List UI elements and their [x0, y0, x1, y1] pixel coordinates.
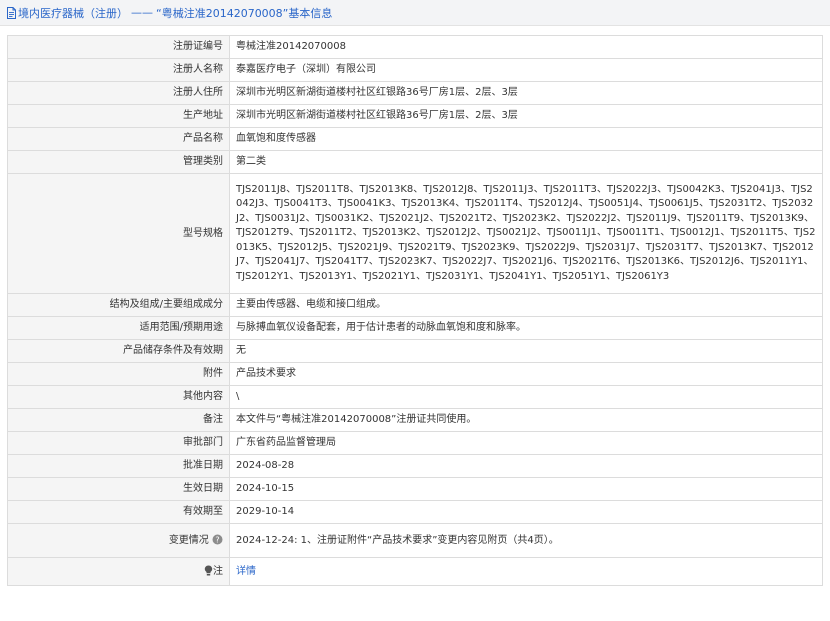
field-value-production-address: 深圳市光明区新湖街道楼村社区红银路36号厂房1层、2层、3层 — [229, 104, 823, 128]
field-label: 附件 — [7, 362, 230, 386]
field-label-changes: 变更情况 ? — [7, 523, 230, 558]
field-value-registration-number: 粤械注准20142070008 — [229, 35, 823, 59]
lightbulb-icon — [204, 565, 213, 576]
field-value-intended-use: 与脉搏血氧仪设备配套，用于估计患者的动脉血氧饱和度和脉率。 — [229, 316, 823, 340]
field-label: 产品名称 — [7, 127, 230, 151]
field-label: 生产地址 — [7, 104, 230, 128]
note-value: 详情 — [229, 557, 823, 586]
help-circle-icon[interactable]: ? — [212, 534, 223, 545]
breadcrumb-separator: —— — [131, 6, 153, 19]
table-row: 产品名称 血氧饱和度传感器 — [7, 127, 823, 151]
registration-info-table: 注册证编号 粤械注准20142070008 注册人名称 泰嘉医疗电子（深圳）有限… — [7, 35, 823, 586]
page-header: 境内医疗器械（注册） —— “粤械注准20142070008”基本信息 — [0, 0, 830, 26]
field-value-approval-department: 广东省药品监督管理局 — [229, 431, 823, 455]
table-row: 注册人住所 深圳市光明区新湖街道楼村社区红银路36号厂房1层、2层、3层 — [7, 81, 823, 105]
field-value-structure: 主要由传感器、电缆和接口组成。 — [229, 293, 823, 317]
table-row: 注册证编号 粤械注准20142070008 — [7, 35, 823, 59]
breadcrumb-category[interactable]: 境内医疗器械（注册） — [18, 5, 128, 21]
table-row: 其他内容 \ — [7, 385, 823, 409]
field-value-valid-until: 2029-10-14 — [229, 500, 823, 524]
field-value-registrant-name: 泰嘉医疗电子（深圳）有限公司 — [229, 58, 823, 82]
table-row: 批准日期 2024-08-28 — [7, 454, 823, 478]
table-row: 结构及组成/主要组成成分 主要由传感器、电缆和接口组成。 — [7, 293, 823, 317]
field-label: 生效日期 — [7, 477, 230, 501]
table-row: 注 详情 — [7, 557, 823, 586]
svg-text:?: ? — [215, 535, 219, 544]
field-label: 管理类别 — [7, 150, 230, 174]
table-row: 适用范围/预期用途 与脉搏血氧仪设备配套，用于估计患者的动脉血氧饱和度和脉率。 — [7, 316, 823, 340]
table-row: 附件 产品技术要求 — [7, 362, 823, 386]
details-link[interactable]: 详情 — [236, 566, 256, 577]
field-value-approval-date: 2024-08-28 — [229, 454, 823, 478]
field-label: 审批部门 — [7, 431, 230, 455]
field-value-effective-date: 2024-10-15 — [229, 477, 823, 501]
field-label: 注册人名称 — [7, 58, 230, 82]
table-row: 有效期至 2029-10-14 — [7, 500, 823, 524]
field-value-storage: 无 — [229, 339, 823, 363]
table-row: 注册人名称 泰嘉医疗电子（深圳）有限公司 — [7, 58, 823, 82]
field-label: 有效期至 — [7, 500, 230, 524]
field-label: 其他内容 — [7, 385, 230, 409]
field-label: 备注 — [7, 408, 230, 432]
field-value-other: \ — [229, 385, 823, 409]
field-label: 产品储存条件及有效期 — [7, 339, 230, 363]
field-value-product-name: 血氧饱和度传感器 — [229, 127, 823, 151]
table-row: 管理类别 第二类 — [7, 150, 823, 174]
table-row: 变更情况 ? 2024-12-24: 1、注册证附件“产品技术要求”变更内容见附… — [7, 523, 823, 558]
field-value-changes: 2024-12-24: 1、注册证附件“产品技术要求”变更内容见附页（共4页）。 — [229, 523, 823, 558]
field-label-note: 注 — [7, 557, 230, 586]
field-value-management-class: 第二类 — [229, 150, 823, 174]
table-row: 备注 本文件与“粤械注准20142070008”注册证共同使用。 — [7, 408, 823, 432]
field-value-model-spec: TJS2011J8、TJS2011T8、TJS2013K8、TJS2012J8、… — [229, 173, 823, 294]
table-row: 生效日期 2024-10-15 — [7, 477, 823, 501]
document-icon — [6, 6, 17, 19]
field-label: 批准日期 — [7, 454, 230, 478]
table-row: 产品储存条件及有效期 无 — [7, 339, 823, 363]
table-row: 型号规格 TJS2011J8、TJS2011T8、TJS2013K8、TJS20… — [7, 173, 823, 294]
field-label: 型号规格 — [7, 173, 230, 294]
table-row: 审批部门 广东省药品监督管理局 — [7, 431, 823, 455]
page-title: “粤械注准20142070008”基本信息 — [156, 6, 333, 20]
field-label: 注册证编号 — [7, 35, 230, 59]
field-label: 注册人住所 — [7, 81, 230, 105]
field-value-attachment: 产品技术要求 — [229, 362, 823, 386]
table-row: 生产地址 深圳市光明区新湖街道楼村社区红银路36号厂房1层、2层、3层 — [7, 104, 823, 128]
changes-label: 变更情况 — [168, 534, 209, 546]
field-value-remarks: 本文件与“粤械注准20142070008”注册证共同使用。 — [229, 408, 823, 432]
field-label: 适用范围/预期用途 — [7, 316, 230, 340]
field-value-registrant-address: 深圳市光明区新湖街道楼村社区红银路36号厂房1层、2层、3层 — [229, 81, 823, 105]
note-label: 注 — [213, 565, 223, 577]
field-label: 结构及组成/主要组成成分 — [7, 293, 230, 317]
